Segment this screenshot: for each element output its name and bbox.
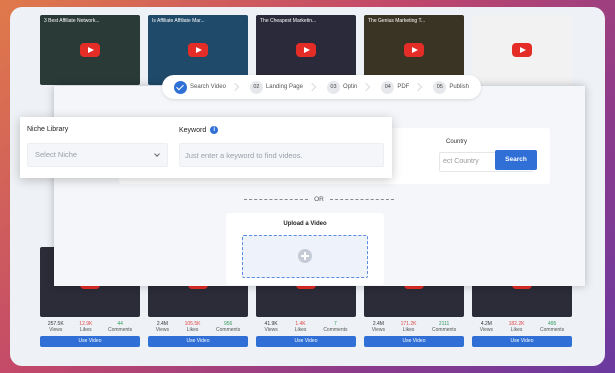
likes-label: Likes <box>79 327 92 333</box>
video-stats: 41.9K Views 1.4K Likes 7 Comments <box>256 321 356 333</box>
video-stats: 4.2M Views 182.2K Likes 495 Comments <box>472 321 572 333</box>
country-placeholder: ect Country <box>443 158 479 165</box>
use-video-button[interactable]: Use Video <box>40 336 140 347</box>
likes-label: Likes <box>402 327 415 333</box>
chevron-right-icon <box>307 82 317 92</box>
niche-label: Niche Library <box>27 126 69 133</box>
play-icon[interactable] <box>404 43 424 57</box>
comments-label: Comments <box>323 327 348 333</box>
chevron-right-icon <box>230 82 240 92</box>
info-icon[interactable]: i <box>210 126 219 134</box>
video-stats: 257.5K Views 12.9K Likes 44 Comments <box>40 321 140 333</box>
search-button[interactable]: Search <box>495 150 537 170</box>
views-label: Views <box>264 327 278 333</box>
divider-line <box>244 198 309 200</box>
wizard-panel: Search Video 02 Landing Page 03 Optin 04… <box>54 75 585 286</box>
use-video-button[interactable]: Use Video <box>256 336 356 347</box>
app-frame: 3 Best Affiliate Network... Is Affiliate… <box>10 7 605 366</box>
step-optin[interactable]: 03 Optin <box>321 75 375 99</box>
or-label: OR <box>314 195 324 203</box>
step-number: 03 <box>326 80 340 94</box>
video-title: 3 Best Affiliate Network... <box>44 18 100 24</box>
comments-label: Comments <box>432 327 457 333</box>
video-thumbnail[interactable] <box>472 15 572 85</box>
step-label: Optin <box>342 84 358 90</box>
video-stats: 2.4M Views 171.2K Likes 2111 Comments <box>364 321 464 333</box>
video-title: The Cheapest Marketin... <box>260 18 317 24</box>
video-thumbnail[interactable]: 3 Best Affiliate Network... <box>40 15 140 85</box>
step-publish[interactable]: 05 Publish <box>427 75 475 99</box>
keyword-label: Keyword <box>179 126 207 134</box>
views-label: Views <box>49 327 63 333</box>
use-video-button[interactable]: Use Video <box>148 336 248 347</box>
upload-dropzone[interactable] <box>242 235 368 278</box>
comments-label: Comments <box>108 327 133 333</box>
step-landing-page[interactable]: 02 Landing Page <box>244 75 321 99</box>
play-icon[interactable] <box>188 43 208 57</box>
step-number: 05 <box>433 80 447 94</box>
likes-label: Likes <box>294 327 307 333</box>
step-number: 04 <box>381 80 395 94</box>
check-icon <box>174 80 187 94</box>
niche-placeholder: Select Niche <box>35 150 78 159</box>
wizard-stepper: Search Video 02 Landing Page 03 Optin 04… <box>162 75 481 99</box>
play-icon[interactable] <box>512 43 532 57</box>
divider-line <box>329 198 394 200</box>
upload-card: Upload a Video <box>226 213 384 285</box>
comments-label: Comments <box>540 327 565 333</box>
views-label: Views <box>479 327 494 333</box>
chevron-down-icon <box>154 151 160 157</box>
chevron-right-icon <box>414 82 423 92</box>
step-search-video[interactable]: Search Video <box>168 75 244 99</box>
video-stats: 2.4M Views 105.5K Likes 956 Comments <box>148 321 248 333</box>
plus-icon[interactable] <box>298 249 312 263</box>
play-icon[interactable] <box>80 43 100 57</box>
niche-select[interactable]: Select Niche <box>27 143 168 167</box>
search-popout: Niche Library Select Niche Keyword i <box>20 117 392 178</box>
step-label: PDF <box>397 84 410 90</box>
step-label: Search Video <box>190 84 226 90</box>
or-divider: OR <box>244 194 394 204</box>
video-title: The Genius Marketing T... <box>368 18 426 24</box>
chevron-right-icon <box>362 82 371 92</box>
step-label: Landing Page <box>265 84 303 90</box>
video-title: Is Affiliate Affiliate Mar... <box>152 18 205 24</box>
likes-label: Likes <box>510 327 523 333</box>
play-icon[interactable] <box>296 43 316 57</box>
views-label: Views <box>155 327 170 333</box>
keyword-label-row: Keyword i <box>179 126 219 134</box>
upload-title: Upload a Video <box>283 221 327 227</box>
comments-label: Comments <box>216 327 241 333</box>
use-video-button[interactable]: Use Video <box>472 336 572 347</box>
keyword-input[interactable] <box>179 143 384 167</box>
step-pdf[interactable]: 04 PDF <box>375 75 427 99</box>
views-label: Views <box>371 327 386 333</box>
likes-label: Likes <box>186 327 199 333</box>
country-label: Country <box>446 139 468 145</box>
step-number: 02 <box>249 80 263 94</box>
step-label: Publish <box>449 84 469 90</box>
use-video-button[interactable]: Use Video <box>364 336 464 347</box>
